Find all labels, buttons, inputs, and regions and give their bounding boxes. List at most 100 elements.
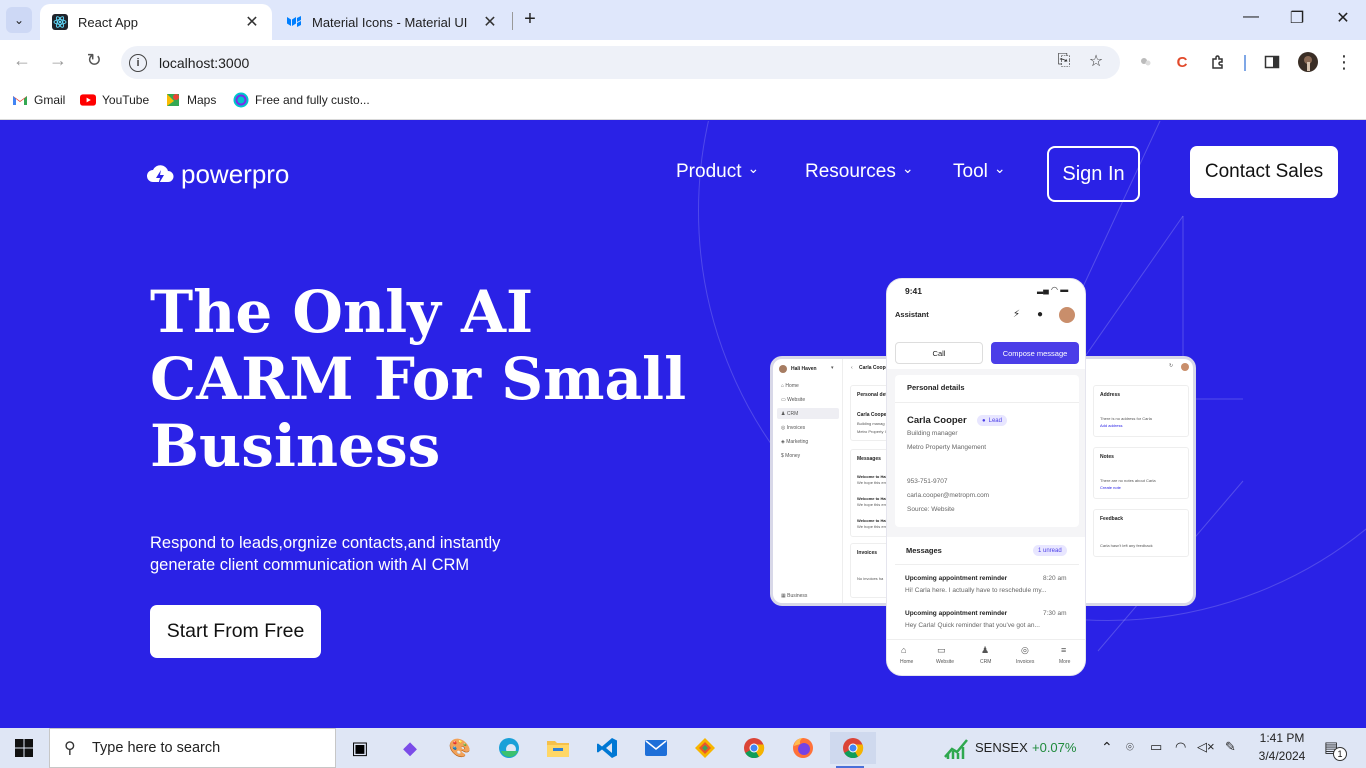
youtube-icon	[80, 92, 96, 108]
invoices-icon: ◎	[1021, 645, 1029, 655]
stock-change[interactable]: +0.07%	[1032, 740, 1076, 755]
phone-header-title: Assistant	[895, 310, 929, 319]
mockup-nav-invoices: ◎ Invoices	[781, 425, 806, 431]
nav-label: Product	[676, 161, 742, 182]
taskbar-search[interactable]: ⚲ Type here to search	[49, 728, 336, 768]
tab-search-button[interactable]: ⌄	[6, 7, 32, 33]
edge-icon[interactable]	[489, 732, 529, 764]
meet-now-icon[interactable]: ⌾	[1126, 739, 1134, 755]
new-tab-button[interactable]: +	[518, 8, 542, 31]
wifi-icon[interactable]: ◠	[1175, 739, 1186, 755]
bookmark-label: Gmail	[34, 93, 66, 107]
forward-button[interactable]: →	[44, 50, 72, 71]
clock-date[interactable]: 3/4/2024	[1256, 749, 1308, 763]
bookmark-youtube[interactable]: YouTube	[80, 92, 149, 108]
windows-logo-icon	[15, 739, 33, 757]
bolt-icon: ⚡	[1013, 309, 1021, 320]
colorzilla-icon[interactable]: C	[1170, 50, 1194, 74]
chevron-left-icon: ‹	[851, 365, 853, 371]
mockup-card-title: Messages	[857, 456, 881, 462]
mockup-card-empty: There are no notes about Carla	[1100, 478, 1156, 483]
chevron-up-icon[interactable]: ⌃	[1101, 739, 1113, 756]
phone-msg-time: 7:30 am	[1043, 610, 1067, 617]
chevron-down-icon: ▾	[831, 365, 834, 371]
mockup-msg-body: We hope this em	[857, 480, 887, 485]
install-app-icon[interactable]: ⎘	[1052, 52, 1076, 70]
hero-subtitle: Respond to leads,orgnize contacts,and in…	[150, 534, 501, 574]
mockup-nav-marketing: ◈ Marketing	[781, 439, 809, 445]
address-url[interactable]: localhost:3000	[159, 55, 249, 71]
react-icon	[52, 14, 68, 30]
bookmark-gmail[interactable]: Gmail	[12, 92, 65, 108]
phone-personal-title: Personal details	[907, 383, 965, 392]
brand-logo[interactable]: powerpro	[145, 159, 289, 190]
bookmark-canva[interactable]: Free and fully custo...	[233, 92, 370, 108]
mockup-msg-body: We hope this em	[857, 524, 887, 529]
mockup-msg-body: We hope this em	[857, 502, 887, 507]
copilot-icon[interactable]: ◆	[390, 732, 430, 764]
pen-icon[interactable]: ✎	[1225, 739, 1236, 755]
stock-chart-icon[interactable]	[944, 737, 968, 764]
mockup-nav-website: ▭ Website	[781, 397, 806, 403]
bookmark-maps[interactable]: Maps	[165, 92, 216, 108]
phone-msg-body: Hi! Carla here. I actually have to resch…	[905, 587, 1047, 594]
mockup-card-title: Address	[1100, 392, 1121, 398]
postman-icon[interactable]	[685, 732, 725, 764]
unread-badge: 1 unread	[1033, 545, 1067, 556]
phone-contact-phone: 953-751-9707	[907, 478, 948, 485]
home-icon: ⌂	[901, 645, 907, 655]
nav-product[interactable]: Product ⌄	[676, 160, 759, 183]
nav-resources[interactable]: Resources ⌄	[805, 160, 914, 183]
mockup-card-title: Notes	[1100, 454, 1114, 460]
minimize-button[interactable]: —	[1228, 8, 1274, 26]
chrome-active-icon[interactable]	[830, 732, 876, 768]
address-bar[interactable]: i localhost:3000	[121, 46, 1120, 79]
nav-tool[interactable]: Tool ⌄	[953, 160, 1006, 183]
extension-icon[interactable]	[1134, 50, 1158, 74]
firefox-icon[interactable]	[783, 732, 823, 764]
mockup-card-role: Building manag	[857, 421, 885, 426]
site-info-icon[interactable]: i	[129, 53, 147, 72]
contact-sales-button[interactable]: Contact Sales	[1190, 146, 1338, 198]
mockup-msg-title: Welcome to Hali	[857, 518, 888, 523]
phone-nav-label: More	[1059, 659, 1071, 665]
sign-in-button[interactable]: Sign In	[1047, 146, 1140, 202]
mail-icon[interactable]	[636, 732, 676, 764]
battery-icon[interactable]: ▭	[1150, 739, 1162, 755]
mockup-card-title: Feedback	[1100, 516, 1124, 522]
extensions-puzzle-icon[interactable]	[1206, 50, 1230, 74]
close-tab-icon[interactable]: ✕	[482, 12, 498, 32]
phone-time: 9:41	[905, 286, 923, 296]
page-content: powerpro Product ⌄ Resources ⌄ Tool ⌄ Si…	[0, 121, 1366, 728]
search-icon: ⚲	[64, 740, 76, 757]
task-view-icon[interactable]: ▣	[340, 732, 380, 764]
clock-time[interactable]: 1:41 PM	[1256, 731, 1308, 745]
start-button[interactable]	[0, 728, 48, 768]
bookmark-star-icon[interactable]: ☆	[1084, 51, 1108, 71]
stock-name[interactable]: SENSEX	[975, 740, 1028, 755]
close-window-button[interactable]: ✕	[1320, 8, 1366, 28]
phone-messages-title: Messages	[906, 546, 942, 555]
profile-avatar[interactable]	[1296, 50, 1320, 74]
volume-muted-icon[interactable]: ◁×	[1197, 739, 1215, 755]
crm-icon: ♟	[981, 645, 990, 655]
phone-contact-name: Carla Cooper	[907, 415, 967, 426]
bookmark-label: YouTube	[102, 93, 150, 107]
browser-tabstrip: ⌄ React App ✕ Material Icons - Material …	[0, 0, 1366, 40]
back-button[interactable]: ←	[8, 50, 36, 71]
mockup-card-company: Metro Property I	[857, 429, 886, 434]
side-panel-icon[interactable]	[1260, 50, 1284, 74]
vscode-icon[interactable]	[587, 732, 627, 764]
close-tab-icon[interactable]: ✕	[244, 12, 260, 32]
more-menu-icon[interactable]: ⋮	[1332, 50, 1356, 74]
file-explorer-icon[interactable]	[538, 732, 578, 764]
mockup-invoices-card: Invoices No invoices ha	[850, 543, 890, 598]
paint-icon[interactable]: 🎨	[440, 732, 480, 764]
reload-button[interactable]: ↻	[80, 50, 108, 71]
chrome-icon[interactable]	[734, 732, 774, 764]
mockup-nav-business: ▦ Business	[781, 593, 808, 599]
tab-material-icons[interactable]: Material Icons - Material UI ✕	[274, 4, 510, 40]
start-free-button[interactable]: Start From Free	[150, 605, 321, 658]
tab-react-app[interactable]: React App ✕	[40, 4, 272, 40]
restore-button[interactable]: ❐	[1274, 8, 1320, 28]
